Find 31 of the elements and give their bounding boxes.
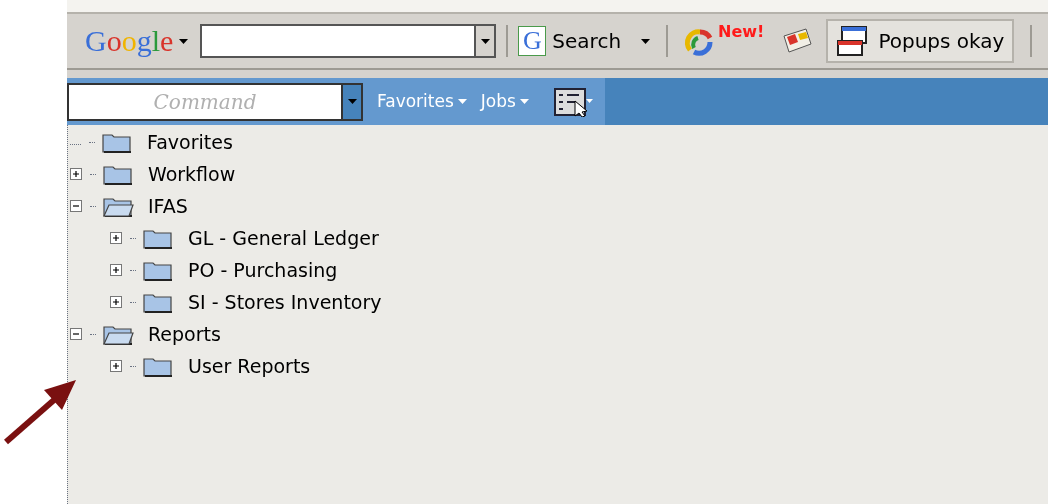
g-icon: G bbox=[518, 26, 547, 56]
tree-item[interactable]: IFAS bbox=[148, 191, 188, 221]
popups-button[interactable]: Popups okay bbox=[826, 19, 1015, 63]
command-field[interactable]: Command bbox=[67, 82, 341, 121]
tree-item[interactable]: User Reports bbox=[188, 351, 311, 381]
caret-icon bbox=[347, 99, 357, 104]
expand-toggle[interactable] bbox=[110, 232, 122, 244]
caret-icon bbox=[457, 99, 467, 104]
caret-icon bbox=[641, 38, 651, 44]
collapse-toggle[interactable] bbox=[70, 200, 82, 212]
newspaper-icon[interactable] bbox=[780, 26, 815, 56]
caret-icon bbox=[519, 99, 529, 104]
checklist-icon[interactable] bbox=[552, 86, 593, 117]
search-button[interactable]: G Search bbox=[518, 26, 622, 56]
expand-toggle[interactable] bbox=[110, 360, 122, 372]
expand-toggle[interactable] bbox=[70, 168, 82, 180]
tree-item[interactable]: Reports bbox=[148, 319, 221, 349]
expand-toggle[interactable] bbox=[110, 264, 122, 276]
caret-icon bbox=[179, 38, 189, 44]
dropdown-button[interactable] bbox=[474, 24, 497, 58]
tree-item[interactable]: SI - Stores Inventory bbox=[188, 287, 382, 317]
tree-item[interactable]: PO - Purchasing bbox=[188, 255, 338, 285]
search-field[interactable] bbox=[200, 24, 475, 58]
new-label: New! bbox=[718, 21, 765, 43]
tree-item[interactable]: GL - General Ledger bbox=[188, 223, 379, 253]
collapse-toggle[interactable] bbox=[70, 328, 82, 340]
tree-item[interactable]: Favorites bbox=[147, 127, 233, 157]
dropdown-button[interactable] bbox=[341, 82, 363, 121]
caret-icon bbox=[480, 38, 490, 44]
expand-toggle[interactable] bbox=[110, 296, 122, 308]
tree-item[interactable]: Workflow bbox=[148, 159, 236, 189]
